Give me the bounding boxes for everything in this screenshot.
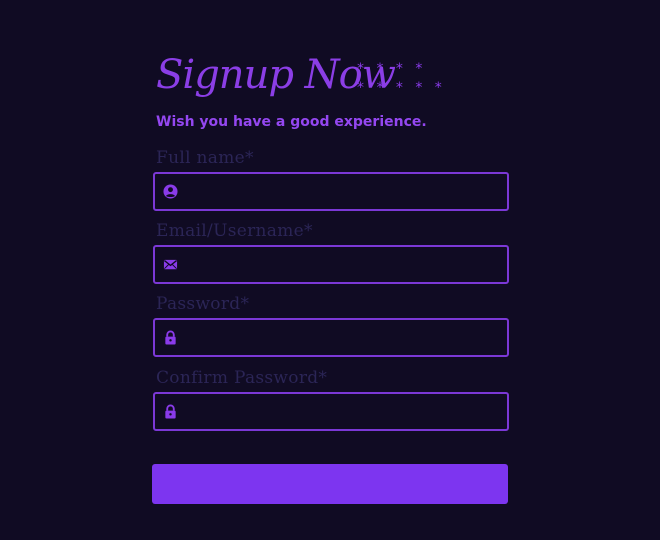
page-subtitle: Wish you have a good experience. [156,114,427,130]
envelope-icon [163,259,178,270]
signup-page: Signup Now * * * * * * * * * Wish you ha… [0,0,660,540]
password-field[interactable] [153,318,509,357]
full-name-field[interactable] [153,172,509,211]
stars-row-1: * * * * [357,61,427,77]
password-input[interactable] [187,320,503,355]
confirm-password-label: Confirm Password* [156,368,328,388]
confirm-password-input[interactable] [187,394,503,429]
email-field[interactable] [153,245,509,284]
signup-submit-button[interactable] [152,464,508,504]
full-name-label: Full name* [156,148,254,168]
password-label: Password* [156,294,250,314]
lock-icon [165,404,176,419]
stars-decoration: * * * * * * * * * [357,60,446,98]
lock-icon [165,330,176,345]
user-circle-icon [163,184,178,199]
full-name-input[interactable] [187,174,503,209]
stars-row-2: * * * * * [357,80,446,96]
email-input[interactable] [187,247,503,282]
email-label: Email/Username* [156,221,313,241]
confirm-password-field[interactable] [153,392,509,431]
